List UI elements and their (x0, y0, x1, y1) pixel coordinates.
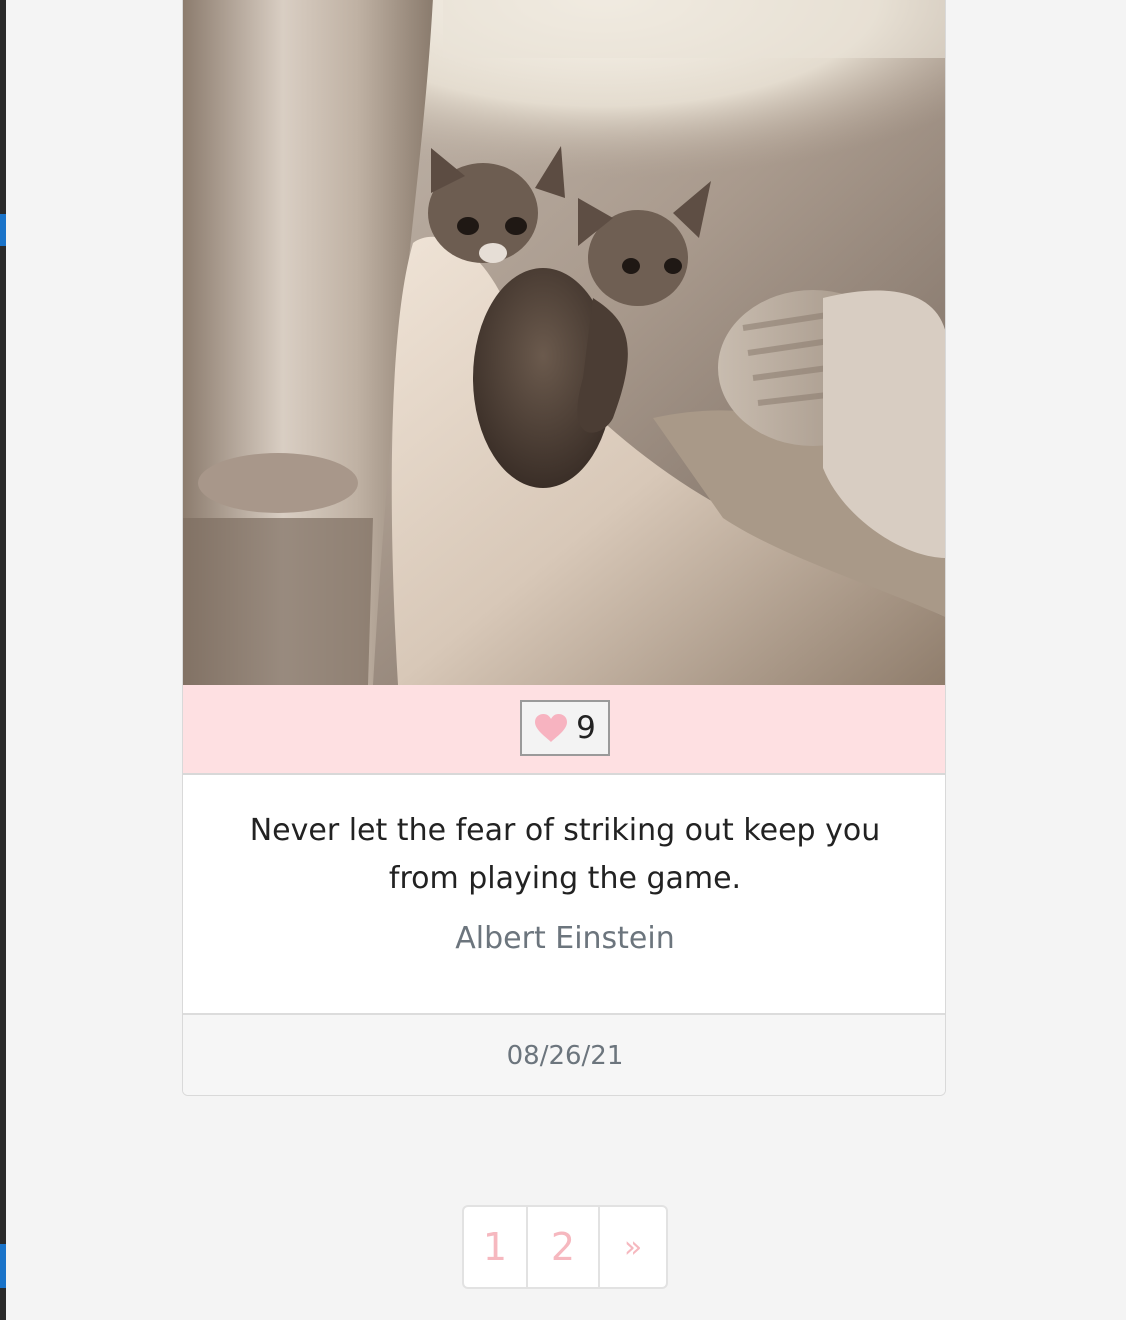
heart-icon (535, 714, 568, 742)
window-edge (0, 0, 6, 1320)
like-button[interactable]: 9 (520, 700, 610, 756)
kittens-photo (183, 0, 945, 685)
like-bar: 9 (183, 685, 945, 775)
pagination: 1 2 » (462, 1205, 668, 1289)
quote-author: Albert Einstein (455, 921, 675, 956)
card-footer-date: 08/26/21 (183, 1013, 945, 1095)
next-page-link[interactable]: » (598, 1207, 666, 1287)
like-count: 9 (576, 710, 596, 746)
page-1-link[interactable]: 1 (464, 1207, 526, 1287)
quote-card: 9 Never let the fear of striking out kee… (182, 0, 946, 1096)
quote-body: Never let the fear of striking out keep … (183, 775, 945, 1013)
page-2-link[interactable]: 2 (526, 1207, 598, 1287)
quote-text: Never let the fear of striking out keep … (249, 813, 881, 896)
